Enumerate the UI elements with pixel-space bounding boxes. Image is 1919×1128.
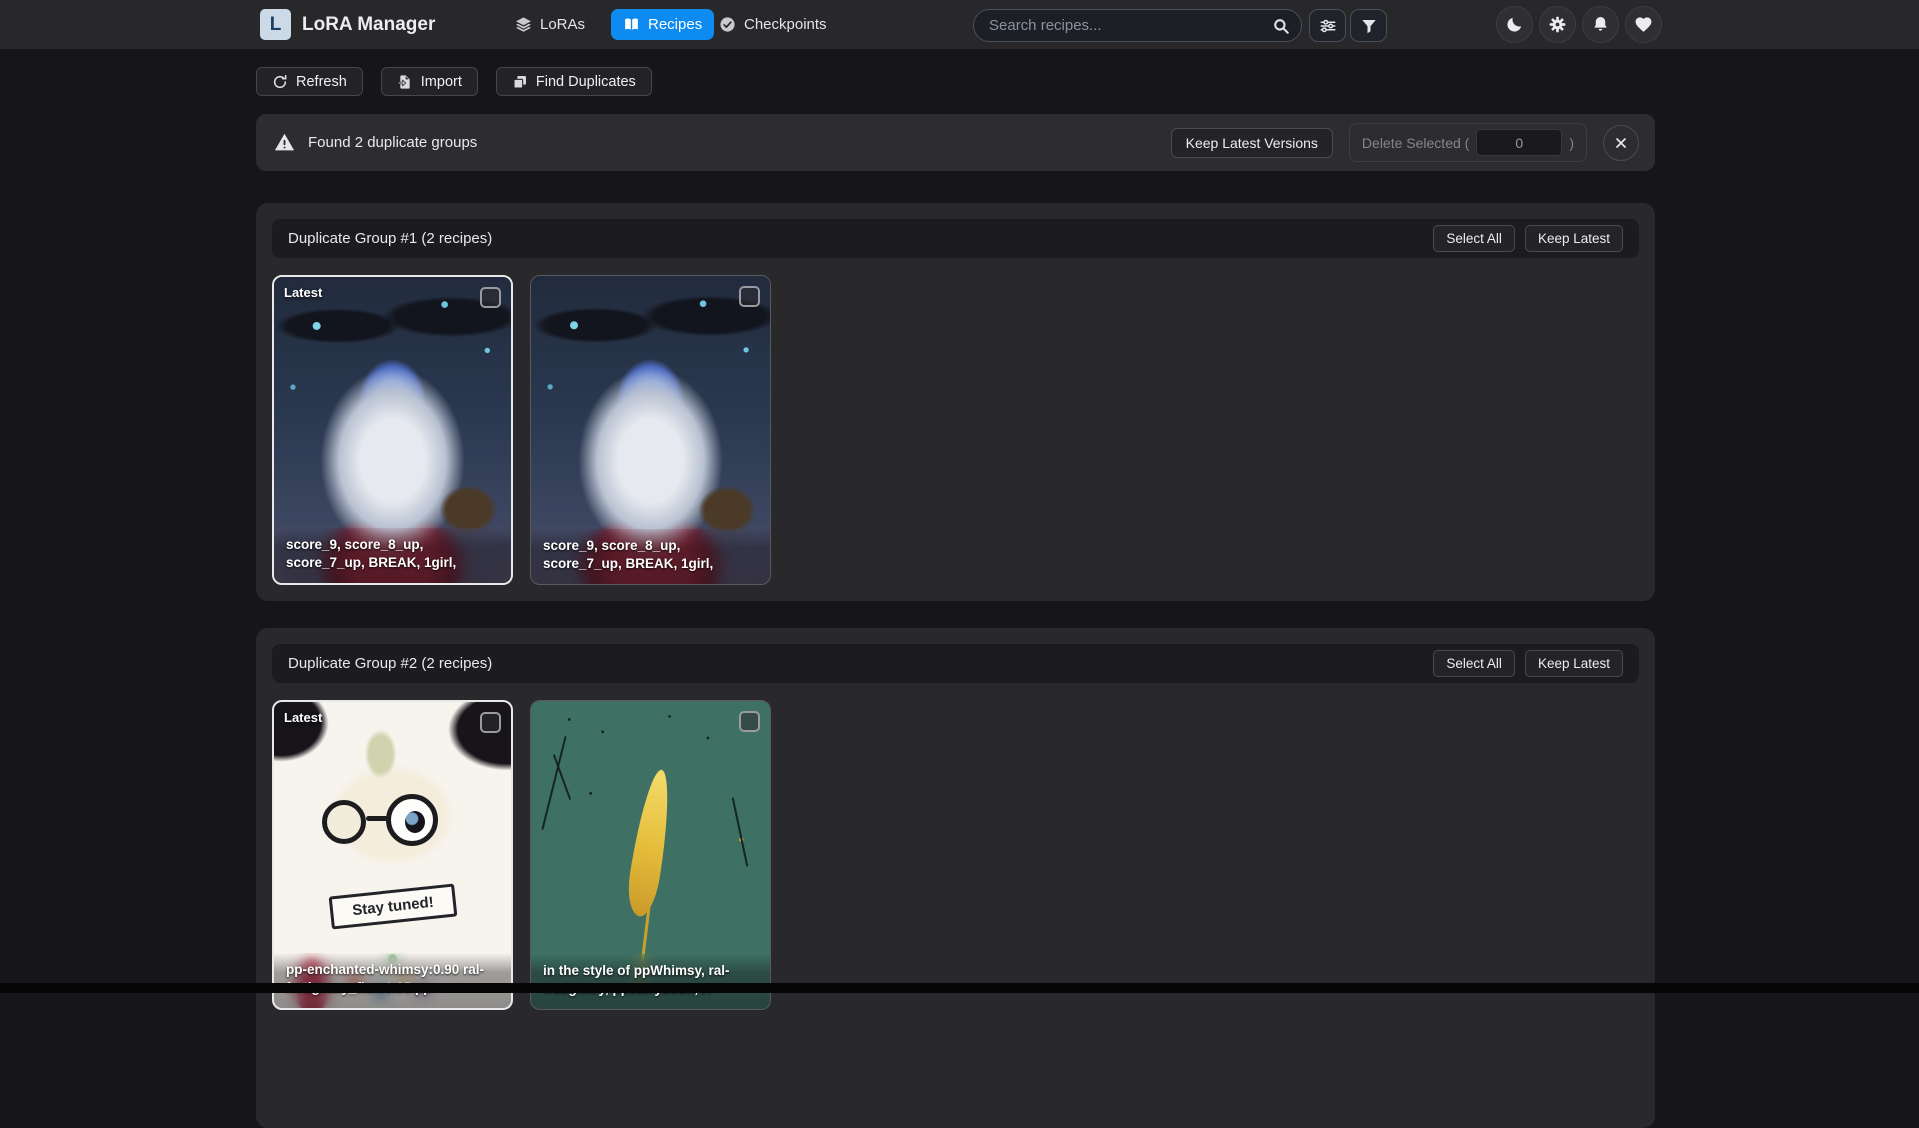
cat-glasses-bridge <box>366 816 388 821</box>
group-2-actions: Select All Keep Latest <box>1433 650 1623 677</box>
group-2-title: Duplicate Group #2 (2 recipes) <box>288 655 492 672</box>
delete-count-input[interactable] <box>1476 129 1562 156</box>
viewport-bottom-edge <box>0 983 1919 993</box>
duplicates-copy-icon <box>512 74 528 90</box>
bell-icon <box>1591 15 1610 34</box>
card-checkbox[interactable] <box>480 712 501 733</box>
tab-loras-label: LoRAs <box>540 16 585 33</box>
find-duplicates-button[interactable]: Find Duplicates <box>496 67 652 96</box>
stay-tuned-sign: Stay tuned! <box>329 884 458 930</box>
recipe-card[interactable]: score_9, score_8_up, score_7_up, BREAK, … <box>530 275 771 585</box>
tab-recipes-label: Recipes <box>648 16 702 33</box>
search-icon[interactable] <box>1272 17 1290 35</box>
recipe-card[interactable]: Latest score_9, score_8_up, score_7_up, … <box>272 275 513 585</box>
refresh-label: Refresh <box>296 74 347 90</box>
import-button[interactable]: Import <box>381 67 478 96</box>
group-1-actions: Select All Keep Latest <box>1433 225 1623 252</box>
card-checkbox[interactable] <box>480 287 501 308</box>
search-input[interactable] <box>974 10 1301 41</box>
check-circle-icon <box>719 16 736 33</box>
layers-icon <box>515 16 532 33</box>
moon-icon <box>1505 15 1524 34</box>
funnel-filter-button[interactable] <box>1350 9 1387 42</box>
refresh-icon <box>272 74 288 90</box>
app-title: LoRA Manager <box>302 0 435 49</box>
close-banner-button[interactable] <box>1603 125 1639 161</box>
sliders-icon <box>1319 17 1337 35</box>
group-2-header: Duplicate Group #2 (2 recipes) Select Al… <box>272 644 1639 683</box>
group-1-title: Duplicate Group #1 (2 recipes) <box>288 230 492 247</box>
card-checkbox[interactable] <box>739 286 760 307</box>
group-1-select-all-button[interactable]: Select All <box>1433 225 1515 252</box>
cat-glasses-right <box>386 794 438 846</box>
find-duplicates-label: Find Duplicates <box>536 74 636 90</box>
tab-recipes[interactable]: Recipes <box>611 9 714 40</box>
tab-checkpoints[interactable]: Checkpoints <box>707 9 839 40</box>
card-caption: score_9, score_8_up, score_7_up, BREAK, … <box>274 528 511 583</box>
latest-badge: Latest <box>284 285 322 300</box>
tab-loras[interactable]: LoRAs <box>503 9 597 40</box>
delete-selected-control[interactable]: Delete Selected ( ) <box>1349 123 1587 162</box>
recipes-toolbar: Refresh Import Find Duplicates <box>256 67 652 96</box>
tab-checkpoints-label: Checkpoints <box>744 16 827 33</box>
heart-icon <box>1634 15 1653 34</box>
group-1-cards: Latest score_9, score_8_up, score_7_up, … <box>272 275 1639 585</box>
latest-badge: Latest <box>284 710 322 725</box>
sliders-filter-button[interactable] <box>1309 9 1346 42</box>
theme-toggle-button[interactable] <box>1496 6 1533 43</box>
warning-triangle-icon <box>274 132 295 153</box>
cat-glasses-left <box>322 800 366 844</box>
gear-icon <box>1548 15 1567 34</box>
duplicate-group-2: Duplicate Group #2 (2 recipes) Select Al… <box>256 628 1655 1128</box>
notifications-button[interactable] <box>1582 6 1619 43</box>
twig-decoration <box>732 798 749 867</box>
top-navigation-bar: L LoRA Manager LoRAs Recipes Checkpoints <box>0 0 1919 49</box>
delete-selected-prefix: Delete Selected ( <box>1362 135 1469 151</box>
alert-actions: Keep Latest Versions Delete Selected ( ) <box>1171 123 1639 162</box>
alert-message: Found 2 duplicate groups <box>308 134 477 151</box>
refresh-button[interactable]: Refresh <box>256 67 363 96</box>
cat-eye <box>405 811 425 833</box>
app-logo[interactable]: L <box>260 9 291 40</box>
card-caption: in the style of ppWhimsy, ral-frctlgmtry… <box>531 954 770 1009</box>
settings-button[interactable] <box>1539 6 1576 43</box>
duplicates-alert-banner: Found 2 duplicate groups Keep Latest Ver… <box>256 114 1655 171</box>
card-checkbox[interactable] <box>739 711 760 732</box>
import-label: Import <box>421 74 462 90</box>
recipe-card[interactable]: in the style of ppWhimsy, ral-frctlgmtry… <box>530 700 771 1010</box>
funnel-icon <box>1360 17 1378 35</box>
search-container <box>973 9 1302 42</box>
group-2-keep-latest-button[interactable]: Keep Latest <box>1525 650 1623 677</box>
card-caption: score_9, score_8_up, score_7_up, BREAK, … <box>531 529 770 584</box>
group-1-header: Duplicate Group #1 (2 recipes) Select Al… <box>272 219 1639 258</box>
delete-selected-suffix: ) <box>1569 135 1574 151</box>
card-caption: pp-enchanted-whimsy:0.90 ral-frctlgmtry_… <box>274 953 511 1008</box>
group-1-keep-latest-button[interactable]: Keep Latest <box>1525 225 1623 252</box>
duplicate-group-1: Duplicate Group #1 (2 recipes) Select Al… <box>256 203 1655 601</box>
group-2-cards: Stay tuned! Latest pp-enchanted-whimsy:0… <box>272 700 1639 1010</box>
keep-latest-versions-button[interactable]: Keep Latest Versions <box>1171 128 1333 158</box>
file-import-icon <box>397 74 413 90</box>
recipe-card[interactable]: Stay tuned! Latest pp-enchanted-whimsy:0… <box>272 700 513 1010</box>
close-icon <box>1613 135 1629 151</box>
feather-plume <box>624 768 677 919</box>
book-icon <box>623 16 640 33</box>
support-button[interactable] <box>1625 6 1662 43</box>
group-2-select-all-button[interactable]: Select All <box>1433 650 1515 677</box>
